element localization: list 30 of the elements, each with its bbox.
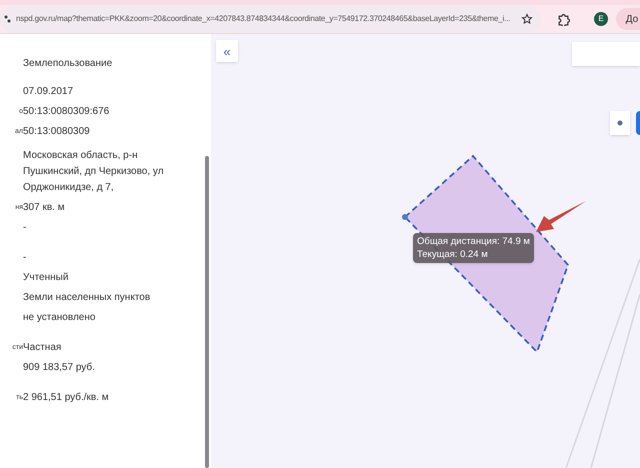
field-value: 307 кв. м	[23, 201, 66, 215]
dot-icon	[617, 120, 623, 126]
field-value: не установлено	[23, 311, 96, 325]
field-value: 50:13:0080309	[23, 125, 91, 139]
field-value: Частная	[23, 341, 62, 355]
action-button[interactable]: До	[616, 8, 640, 30]
field-value: 2 961,51 руб./кв. м	[23, 391, 110, 405]
field-value: 909 183,57 руб.	[23, 361, 96, 375]
tooltip-line: Общая дистанция: 74.9 м	[417, 235, 530, 248]
field-value: -	[23, 221, 28, 235]
pointer-arrow	[536, 201, 586, 232]
star-icon[interactable]	[521, 13, 533, 25]
vertex-point[interactable]	[402, 214, 408, 220]
site-info-icon[interactable]	[4, 14, 12, 24]
field-value: Московская область, р-н Пушкинский, дп Черкизово, ул Орджоникидзе, д 7,	[23, 149, 165, 195]
extensions-icon[interactable]	[557, 12, 570, 26]
tooltip-line: Текущая: 0.24 м	[417, 248, 489, 261]
location-button[interactable]	[610, 111, 630, 135]
collapse-button[interactable]: «	[216, 40, 238, 62]
toolbar-button[interactable]	[636, 111, 640, 135]
scrollbar-thumb[interactable]	[205, 156, 209, 468]
address-bar[interactable]: nspd.gov.ru/map?thematic=PKK&zoom=20&coordinate_x=4207843.874834344&coordinate_y=7549172.370248465&baseLayerId=235&theme_i...	[0, 6, 541, 32]
field-value: 07.09.2017	[23, 85, 74, 99]
field-value: Учтенный	[23, 271, 70, 285]
field-value: 50:13:0080309:676	[23, 105, 110, 119]
url-text: nspd.gov.ru/map?thematic=PKK&zoom=20&coordinate_x=4207843.874834344&coordinate_y=7549172.370248465&baseLayerId=235&theme_i...	[16, 13, 512, 25]
field-value: -	[23, 251, 28, 265]
field-value: Землепользование	[23, 57, 114, 71]
profile-avatar[interactable]: Е	[594, 12, 608, 26]
field-value: Земли населенных пунктов	[23, 291, 152, 305]
